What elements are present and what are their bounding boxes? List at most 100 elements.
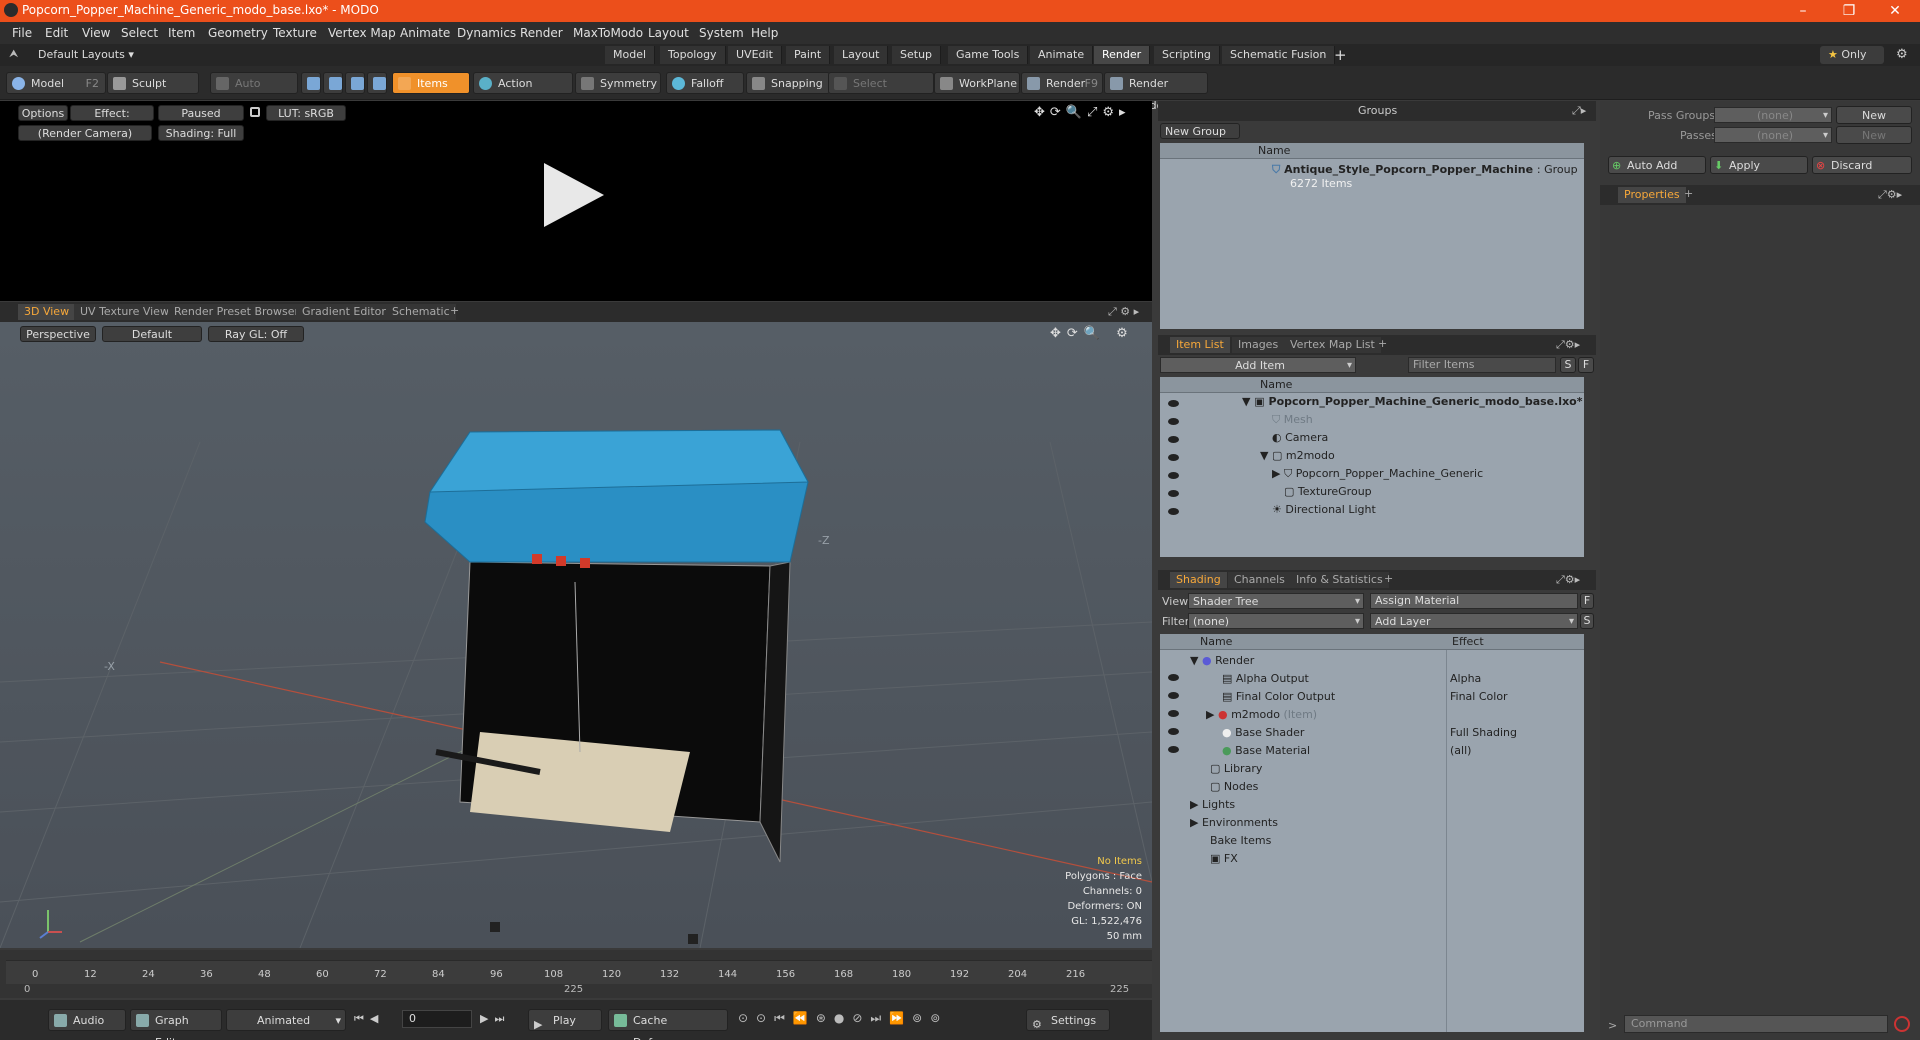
viewport-3d[interactable]: Perspective Default Ray GL: Off ✥⟳🔍 ⚙ -Z… — [0, 322, 1152, 948]
passes-dropdown[interactable]: (none) — [1714, 127, 1832, 144]
menu-file[interactable]: File — [12, 26, 32, 40]
tab-info-statistics[interactable]: Info & Statistics — [1290, 572, 1389, 588]
only-toggle[interactable]: ★ Only — [1820, 46, 1884, 64]
vertices-mode-button[interactable] — [301, 72, 321, 94]
visibility-eye-icon[interactable] — [1168, 728, 1179, 735]
effect-dropdown[interactable]: Effect: (Shadi... — [70, 105, 154, 136]
play-button[interactable]: ▶ Play — [528, 1009, 602, 1031]
key-tools-icons[interactable]: ⊙⊙⏮⏪⊛●⊘⏭⏩⊚⊚ — [738, 1011, 948, 1026]
add-shading-tab-icon[interactable]: + — [1384, 572, 1393, 585]
tab-channels[interactable]: Channels — [1228, 572, 1291, 588]
graph-editor-button[interactable]: Graph Editor — [130, 1009, 222, 1040]
item-row-popcorn-mesh[interactable]: ▶ ⛉ Popcorn_Popper_Machine_Generic — [1272, 465, 1483, 483]
shader-row-fx[interactable]: ▣ FX — [1210, 850, 1238, 868]
menu-select[interactable]: Select — [121, 26, 158, 40]
shader-row-base-material[interactable]: ● Base Material — [1222, 742, 1310, 760]
transport-forward-icons[interactable]: ▶⏭ — [480, 1012, 510, 1026]
visibility-eye-icon[interactable] — [1168, 490, 1179, 497]
settings-button[interactable]: ⚙ Settings — [1026, 1009, 1110, 1031]
shader-row-final-color[interactable]: ▤ Final Color Output — [1222, 688, 1335, 706]
tab-shading[interactable]: Shading — [1170, 572, 1227, 588]
menu-animate[interactable]: Animate — [400, 26, 450, 40]
menu-item[interactable]: Item — [168, 26, 195, 40]
filter-dropdown[interactable]: (none) — [1188, 613, 1364, 630]
filter-s-button[interactable]: S — [1560, 357, 1576, 373]
filter-items-input[interactable]: Filter Items — [1408, 357, 1556, 373]
tab-images[interactable]: Images — [1232, 337, 1285, 353]
polygons-mode-button[interactable] — [345, 72, 365, 94]
shader-effect-alpha[interactable]: Alpha — [1450, 670, 1481, 688]
shader-effect-full-shading[interactable]: Full Shading — [1450, 724, 1517, 742]
falloff-button[interactable]: Falloff — [666, 72, 744, 94]
lock-icon[interactable] — [250, 107, 260, 117]
item-row-directional-light[interactable]: ☀ Directional Light — [1272, 501, 1376, 519]
shader-row-library[interactable]: ▢ Library — [1210, 760, 1262, 778]
item-list-expand-icon[interactable]: ⤢⚙▸ — [1556, 338, 1580, 352]
pass-groups-dropdown[interactable]: (none) — [1714, 107, 1832, 124]
tab-uvedit[interactable]: UVEdit — [728, 46, 782, 64]
shader-row-lights[interactable]: ▶ Lights — [1190, 796, 1235, 814]
maximize-icon[interactable]: ❐ — [1826, 0, 1872, 22]
view-dropdown[interactable]: Shader Tree — [1188, 593, 1364, 610]
shader-row-environments[interactable]: ▶ Environments — [1190, 814, 1278, 832]
filter-f-button[interactable]: F — [1578, 357, 1594, 373]
new-pass-group-button[interactable]: New — [1836, 106, 1912, 124]
visibility-eye-icon[interactable] — [1168, 472, 1179, 479]
frame-input[interactable]: 0 — [402, 1010, 472, 1028]
tab-properties[interactable]: Properties — [1618, 187, 1686, 203]
tab-gradient-editor[interactable]: Gradient Editor — [296, 304, 392, 320]
shader-row-nodes[interactable]: ▢ Nodes — [1210, 778, 1258, 796]
materials-mode-button[interactable] — [367, 72, 387, 94]
shading-f-button[interactable]: F — [1580, 593, 1594, 609]
visibility-eye-icon[interactable] — [1168, 674, 1179, 681]
timeline-ruler[interactable]: 0 12 24 36 48 60 72 84 96 108 120 132 14… — [6, 960, 1152, 984]
shader-effect-final-color[interactable]: Final Color — [1450, 688, 1508, 706]
tab-topology[interactable]: Topology — [660, 46, 726, 64]
menu-view[interactable]: View — [82, 26, 110, 40]
visibility-eye-icon[interactable] — [1168, 710, 1179, 717]
properties-expand-icon[interactable]: ⤢⚙▸ — [1878, 188, 1902, 202]
new-pass-button[interactable]: New — [1836, 126, 1912, 144]
tab-item-list[interactable]: Item List — [1170, 337, 1230, 353]
viewport-nav-icons[interactable]: ✥⟳🔍 ⚙ — [1050, 326, 1134, 341]
menu-vertex-map[interactable]: Vertex Map — [328, 26, 396, 40]
tab-game-tools[interactable]: Game Tools — [948, 46, 1029, 64]
tab-paint[interactable]: Paint — [786, 46, 831, 64]
shader-effect-all[interactable]: (all) — [1450, 742, 1471, 760]
cache-deformers-button[interactable]: Cache Deformers — [608, 1009, 728, 1040]
menu-edit[interactable]: Edit — [45, 26, 68, 40]
visibility-eye-icon[interactable] — [1168, 692, 1179, 699]
assign-material-button[interactable]: Assign Material — [1370, 593, 1578, 609]
menu-dynamics[interactable]: Dynamics — [457, 26, 516, 40]
edges-mode-button[interactable] — [323, 72, 343, 94]
groups-expand-icon[interactable]: ⤢▸ — [1572, 104, 1586, 118]
layout-preset-dropdown[interactable]: Default Layouts ▾ — [38, 48, 134, 61]
tab-scripting[interactable]: Scripting — [1154, 46, 1220, 64]
tab-model[interactable]: Model — [605, 46, 656, 64]
shader-row-m2modo[interactable]: ▶ ● m2modo (Item) — [1206, 706, 1317, 724]
audio-button[interactable]: Audio — [48, 1009, 126, 1031]
stop-icon[interactable] — [1894, 1016, 1910, 1032]
item-row-m2modo[interactable]: ▼ ▢ m2modo — [1260, 447, 1335, 465]
gear-icon[interactable]: ⚙ — [1896, 47, 1908, 62]
select-through-button[interactable]: Select Through — [828, 72, 934, 112]
style-dropdown[interactable]: Default — [102, 326, 202, 342]
menu-geometry[interactable]: Geometry — [208, 26, 268, 40]
add-item-tab-icon[interactable]: + — [1378, 337, 1387, 350]
tab-render[interactable]: Render — [1094, 46, 1151, 64]
items-button[interactable]: Items — [392, 72, 470, 94]
tab-render-preset-browser[interactable]: Render Preset Browser — [168, 304, 306, 320]
apply-button[interactable]: ⬇ Apply — [1710, 156, 1808, 174]
auto-add-button[interactable]: ⊕ Auto Add — [1608, 156, 1706, 174]
lut-dropdown[interactable]: LUT: sRGB — [266, 105, 346, 121]
add-layer-dropdown[interactable]: Add Layer — [1370, 613, 1578, 630]
timeline[interactable]: 0 12 24 36 48 60 72 84 96 108 120 132 14… — [0, 950, 1152, 998]
viewport-expand-icon[interactable]: ⤢ ⚙ ▸ — [1108, 305, 1139, 319]
render-camera-dropdown[interactable]: (Render Camera) — [18, 125, 152, 141]
perspective-dropdown[interactable]: Perspective — [20, 326, 96, 342]
shader-row-render[interactable]: ▼ ● Render — [1190, 652, 1254, 670]
tab-vertex-map-list[interactable]: Vertex Map List — [1284, 337, 1381, 353]
preview-nav-icons[interactable]: ✥⟳🔍⤢⚙▸ — [1034, 105, 1131, 120]
minimize-icon[interactable]: – — [1780, 0, 1826, 22]
add-viewport-tab-icon[interactable]: + — [450, 304, 459, 317]
